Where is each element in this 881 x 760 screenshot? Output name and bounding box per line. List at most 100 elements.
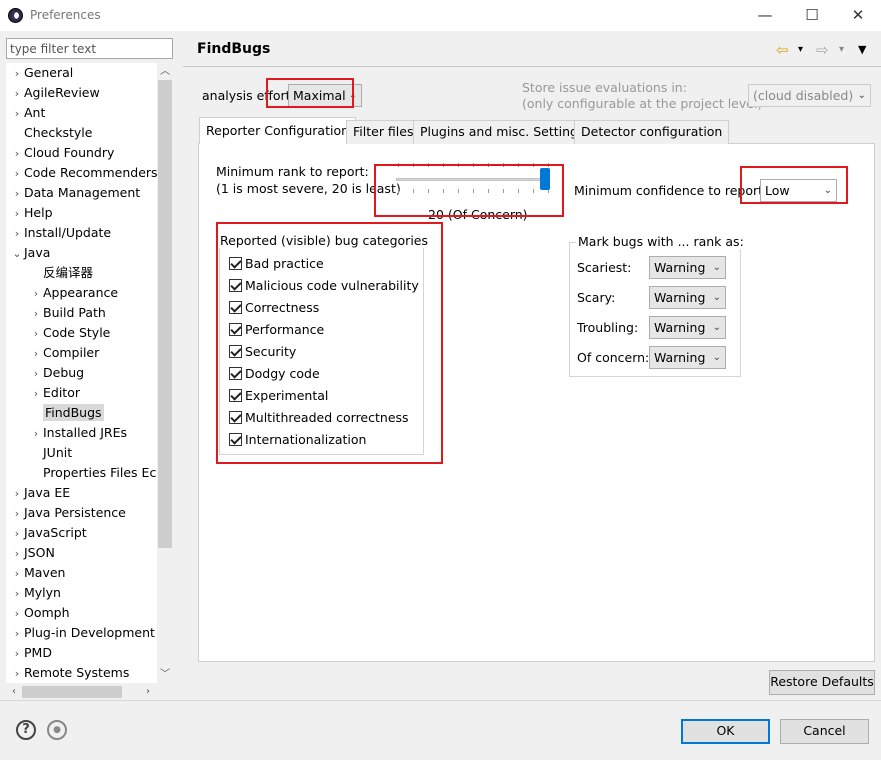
tree-item[interactable]: › Editor [29,383,80,403]
tree-item[interactable]: › Oomph [10,603,70,623]
minimize-button[interactable]: — [749,4,781,26]
import-export-icon[interactable]: ● [47,720,67,740]
forward-icon[interactable]: ⇨ [816,40,829,60]
chevron-down-icon: ⌄ [712,322,721,333]
chevron-right-icon[interactable]: › [10,224,24,244]
tree-item[interactable]: › Remote Systems [10,663,130,683]
mark-rank-select[interactable]: Warning ⌄ [649,256,726,279]
chevron-right-icon[interactable]: › [10,64,24,84]
window-title: Preferences [30,8,101,22]
filter-input[interactable] [6,38,173,59]
mark-rank-title: Mark bugs with ... rank as: [576,234,746,249]
chevron-right-icon[interactable]: › [10,584,24,604]
tree-item-label: AgileReview [24,85,100,100]
tree-item-label: Remote Systems [24,665,130,680]
help-icon[interactable]: ? [16,720,36,740]
tree-item[interactable]: Properties Files Ec [29,463,156,483]
tree-item[interactable]: › Code Style [29,323,111,344]
tree-item[interactable]: 反编译器 [29,263,93,283]
tab-detector-configuration[interactable]: Detector configuration [574,120,730,144]
chevron-right-icon[interactable]: › [10,564,24,584]
tree-item[interactable]: › Java EE [10,483,70,503]
mark-rank-label: Scary: [577,290,616,305]
tree-item-label: FindBugs [43,404,104,421]
tree-item[interactable]: › Install/Update [10,223,111,243]
tree-item-label: Java EE [24,485,71,500]
minimum-rank-note: (1 is most severe, 20 is least) [216,181,401,196]
chevron-right-icon[interactable]: › [10,624,24,644]
tab-filter-files[interactable]: Filter files [346,120,421,144]
chevron-right-icon[interactable]: › [29,284,43,304]
chevron-right-icon[interactable]: › [29,424,43,444]
tree-item[interactable]: › Cloud Foundry [10,143,115,164]
store-evaluations-note: (only configurable at the project level) [522,96,763,111]
chevron-right-icon[interactable]: › [29,384,43,404]
tree-item[interactable]: › JavaScript [10,523,87,543]
tree-item[interactable]: › Help [10,203,53,223]
tree-item[interactable]: › General [10,63,73,83]
maximize-button[interactable]: ☐ [796,4,828,26]
tree-item[interactable]: › Plug-in Development [10,623,155,643]
view-menu-icon[interactable]: ▼ [858,40,866,60]
chevron-right-icon[interactable]: › [10,144,24,164]
tree-item[interactable]: › Maven [10,563,66,584]
chevron-right-icon[interactable]: › [10,644,24,664]
tree-item-label: Appearance [43,285,119,300]
chevron-down-icon[interactable]: ⌄ [10,244,24,264]
cancel-button[interactable]: Cancel [780,719,869,744]
tree-item[interactable]: › Debug [29,363,84,383]
chevron-right-icon[interactable]: › [29,344,43,364]
mark-rank-select[interactable]: Warning ⌄ [649,316,726,339]
tree-item[interactable]: JUnit [29,443,72,463]
tree-item[interactable]: Checkstyle [10,123,92,143]
restore-defaults-button[interactable]: Restore Defaults [769,670,875,695]
tree-item[interactable]: › Data Management [10,183,140,203]
close-button[interactable]: ✕ [842,4,874,26]
tree-horizontal-scroll-thumb[interactable] [22,686,122,698]
tree-item[interactable]: ⌄ Java [10,243,50,263]
chevron-right-icon[interactable]: › [29,304,43,324]
chevron-right-icon[interactable]: › [10,204,24,224]
tree-item[interactable]: › Appearance [29,283,118,303]
forward-history-dropdown-icon[interactable]: ▾ [839,40,844,60]
chevron-right-icon[interactable]: › [10,664,24,683]
chevron-right-icon[interactable]: › [29,364,43,384]
chevron-right-icon[interactable]: › [10,544,24,564]
back-history-dropdown-icon[interactable]: ▾ [798,40,803,60]
chevron-down-icon: ⌄ [712,292,721,303]
chevron-right-icon[interactable]: › [10,164,24,184]
chevron-right-icon[interactable]: › [10,604,24,624]
tree-item-label: Editor [43,385,80,400]
tree-item[interactable]: FindBugs [29,403,104,423]
tree-item[interactable]: › Build Path [29,303,106,323]
chevron-right-icon[interactable]: › [10,104,24,124]
tab-plugins-misc-settings[interactable]: Plugins and misc. Settings [413,120,592,144]
mark-rank-select[interactable]: Warning ⌄ [649,286,726,309]
scroll-up-icon[interactable]: ︿ [157,64,173,80]
tree-item[interactable]: › Code Recommenders [10,163,157,183]
tree-item-label: Maven [24,565,66,580]
chevron-right-icon[interactable]: › [10,484,24,504]
scroll-left-icon[interactable]: ‹ [6,684,22,700]
tree-item[interactable]: › JSON [10,543,55,563]
chevron-right-icon[interactable]: › [10,504,24,524]
tree-item[interactable]: › AgileReview [10,83,100,103]
tab-reporter-configuration[interactable]: Reporter Configuration [199,117,357,144]
chevron-right-icon[interactable]: › [10,524,24,544]
tree-item[interactable]: › Mylyn [10,583,61,603]
tree-vertical-scroll-thumb[interactable] [158,80,172,548]
tree-item[interactable]: › Java Persistence [10,503,126,523]
tree-item[interactable]: › PMD [10,643,52,663]
tree-item[interactable]: › Ant [10,103,46,124]
tree-item-label: Properties Files Ec [43,465,157,480]
mark-rank-select[interactable]: Warning ⌄ [649,346,726,369]
tree-item[interactable]: › Installed JREs [29,423,127,443]
scroll-down-icon[interactable]: ﹀ [157,667,173,683]
chevron-right-icon[interactable]: › [29,324,43,344]
chevron-right-icon[interactable]: › [10,184,24,204]
scroll-right-icon[interactable]: › [140,684,156,700]
ok-button[interactable]: OK [681,719,770,744]
chevron-right-icon[interactable]: › [10,84,24,104]
tree-item[interactable]: › Compiler [29,343,99,363]
back-icon[interactable]: ⇦ [776,40,789,60]
